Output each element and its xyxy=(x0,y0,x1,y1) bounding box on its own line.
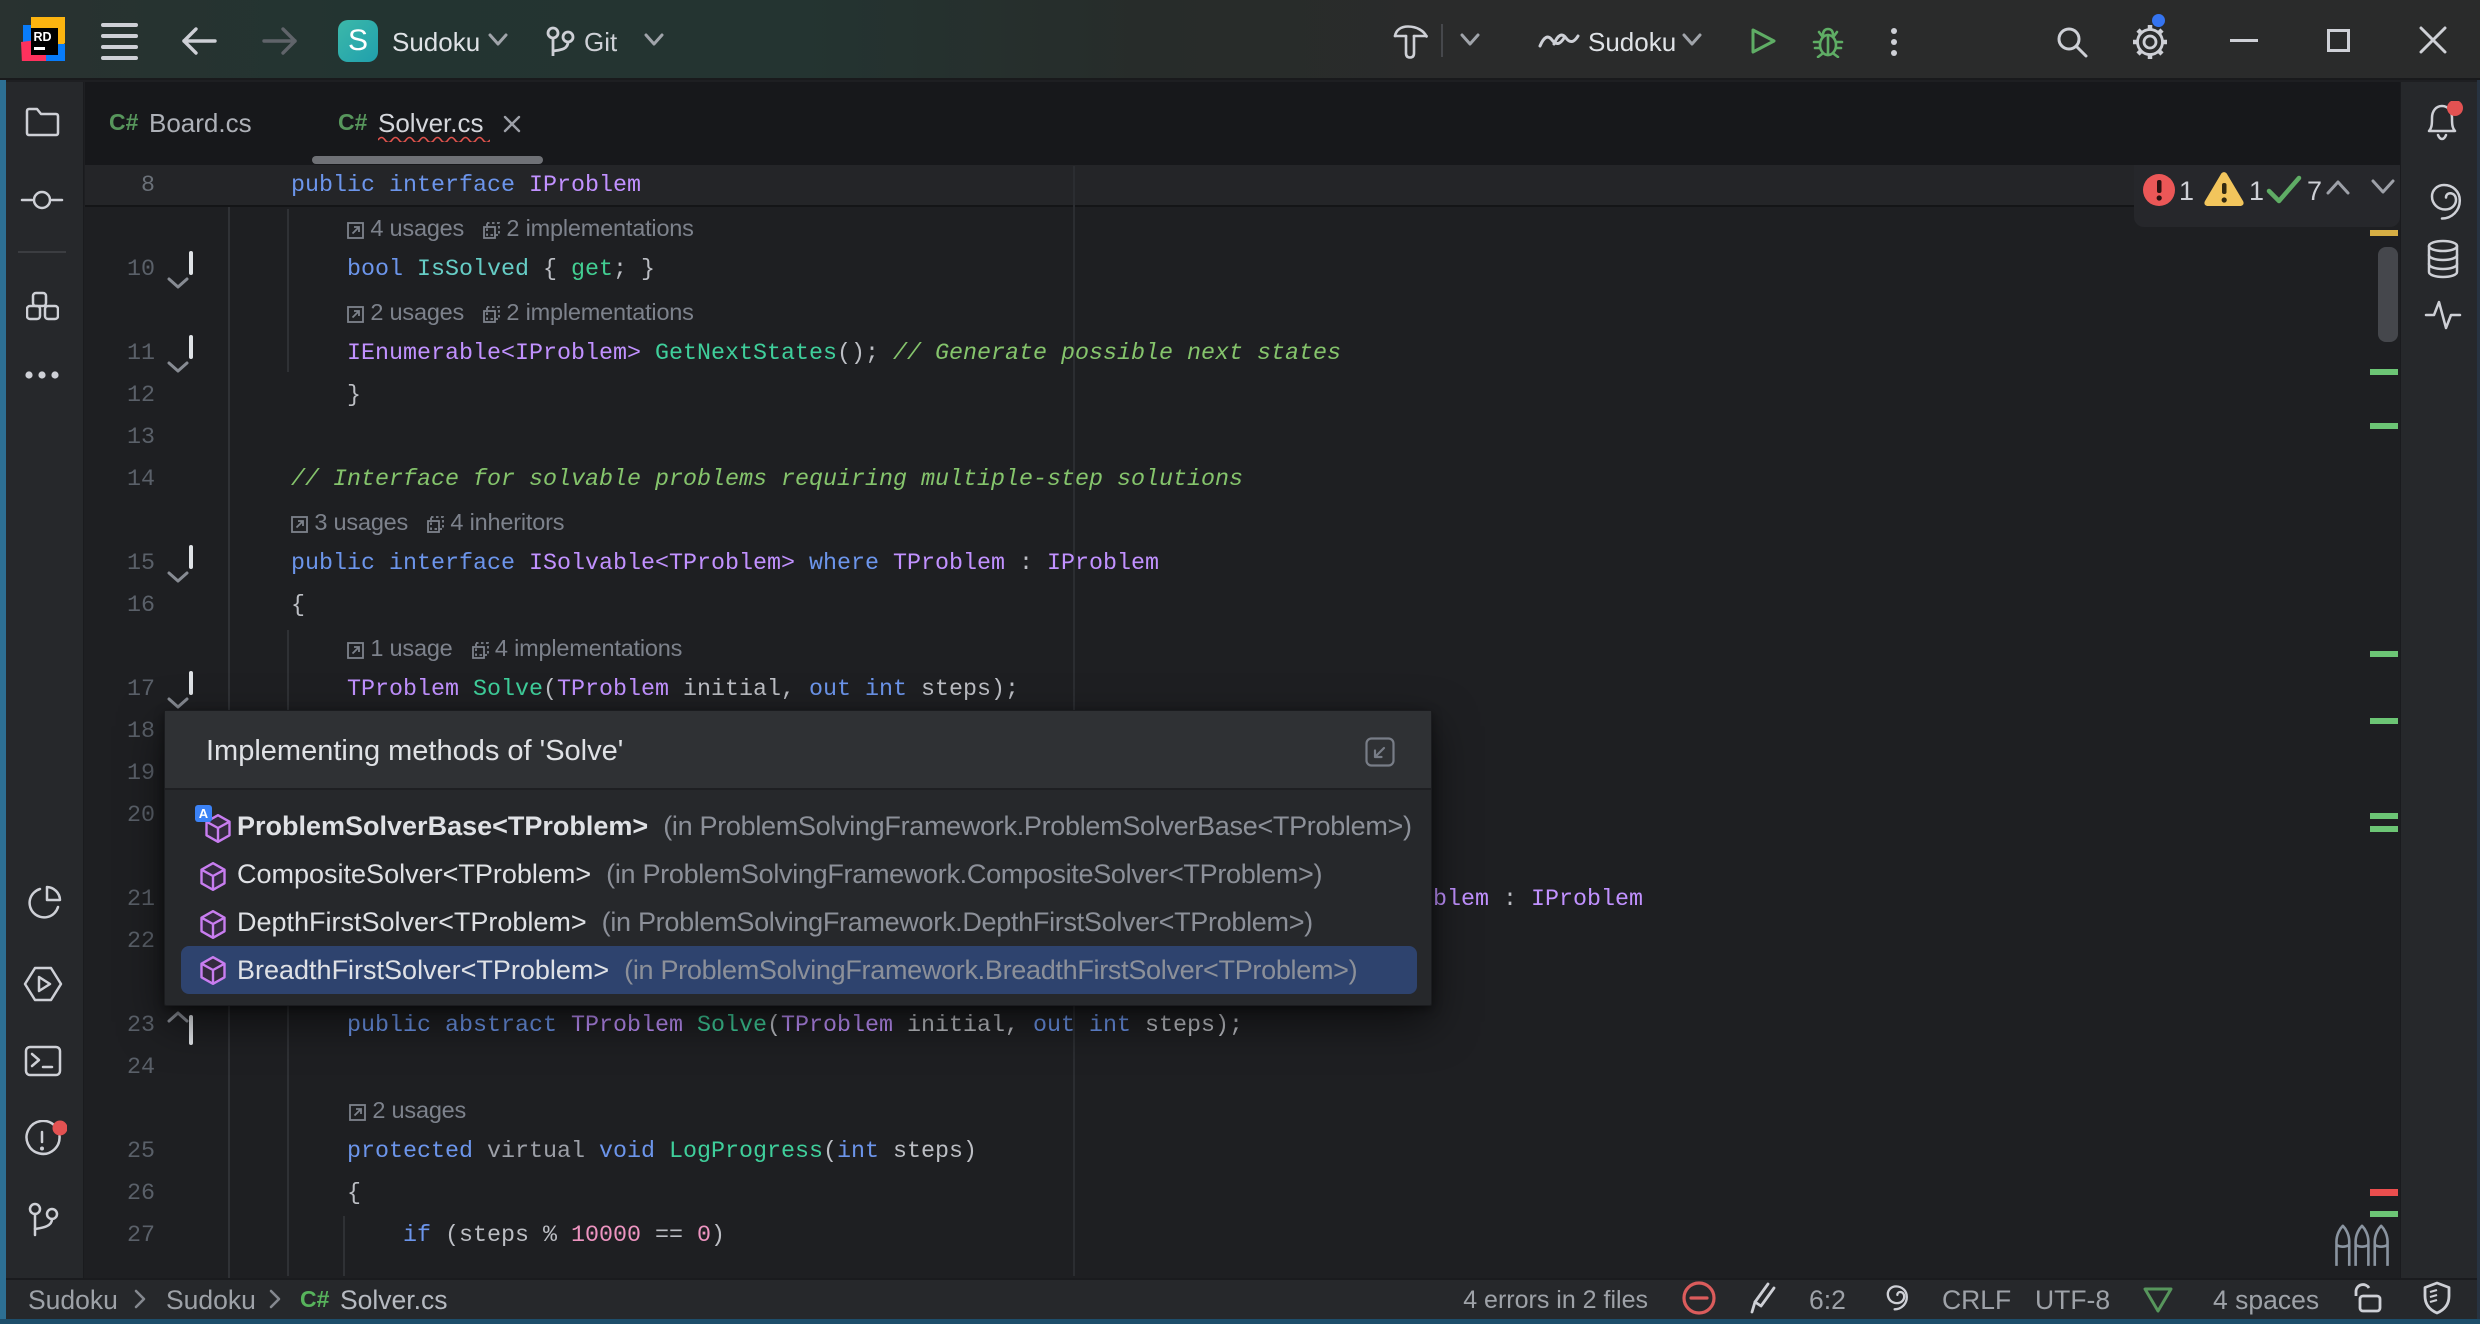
svg-text:1: 1 xyxy=(2179,176,2194,206)
svg-text:RD: RD xyxy=(34,30,52,44)
svg-text:7: 7 xyxy=(2307,176,2322,206)
svg-text:1: 1 xyxy=(2249,176,2264,206)
